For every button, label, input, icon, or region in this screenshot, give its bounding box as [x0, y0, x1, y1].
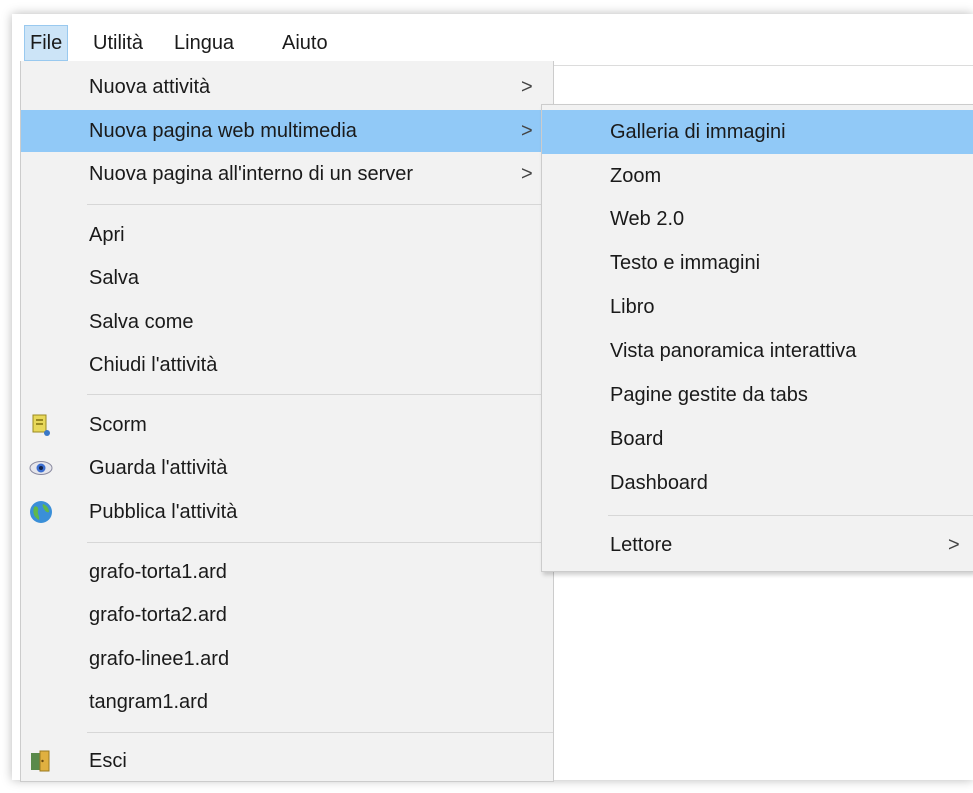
submenu-item-label: Vista panoramica interattiva — [610, 340, 857, 362]
menu-item-label: Salva come — [89, 311, 194, 333]
submenu-item-galleria[interactable]: Galleria di immagini — [542, 110, 973, 154]
menu-separator — [87, 542, 553, 543]
chevron-right-icon: > — [948, 534, 960, 556]
submenu-item-zoom[interactable]: Zoom — [542, 154, 973, 198]
submenu-item-label: Testo e immagini — [610, 252, 761, 274]
menu-item-nuova-attivita[interactable]: Nuova attività > — [21, 66, 553, 108]
menu-separator — [87, 394, 553, 395]
menu-item-pubblica[interactable]: Pubblica l'attività — [21, 491, 553, 533]
menu-bar: File Utilità Lingua Aiuto — [20, 22, 973, 62]
menu-item-guarda[interactable]: Guarda l'attività — [21, 447, 553, 489]
menu-item-label: Apri — [89, 224, 125, 246]
menu-item-recent-file[interactable]: grafo-torta2.ard — [21, 594, 553, 636]
submenu-nuova-pagina-web: Galleria di immagini Zoom Web 2.0 Testo … — [541, 104, 973, 572]
submenu-item-lettore[interactable]: Lettore > — [542, 523, 973, 567]
scorm-icon — [32, 414, 50, 436]
menu-item-label: Esci — [89, 750, 127, 772]
menu-item-recent-file[interactable]: grafo-linee1.ard — [21, 638, 553, 680]
submenu-item-label: Dashboard — [610, 472, 708, 494]
submenu-item-label: Zoom — [610, 165, 662, 187]
submenu-item-vista-panoramica[interactable]: Vista panoramica interattiva — [542, 329, 973, 373]
menu-lingua[interactable]: Lingua — [169, 26, 239, 60]
menu-separator — [87, 204, 553, 205]
menu-item-label: Nuova attività — [89, 76, 211, 98]
menu-item-label: Scorm — [89, 414, 147, 436]
menu-item-label: Guarda l'attività — [89, 457, 228, 479]
menu-item-recent-file[interactable]: tangram1.ard — [21, 681, 553, 723]
chevron-right-icon: > — [521, 76, 533, 98]
menu-item-label: grafo-linee1.ard — [89, 648, 230, 670]
menu-item-nuova-pagina-server[interactable]: Nuova pagina all'interno di un server > — [21, 153, 553, 195]
menu-separator — [87, 732, 553, 733]
submenu-item-label: Board — [610, 428, 664, 450]
menu-item-salva[interactable]: Salva — [21, 257, 553, 299]
submenu-item-label: Web 2.0 — [610, 208, 685, 230]
menu-item-esci[interactable]: Esci — [21, 740, 553, 782]
file-menu: Nuova attività > Nuova pagina web multim… — [20, 61, 554, 782]
eye-icon — [29, 461, 53, 475]
menu-item-scorm[interactable]: Scorm — [21, 404, 553, 446]
menu-item-label: Nuova pagina web multimedia — [89, 120, 357, 142]
submenu-item-libro[interactable]: Libro — [542, 285, 973, 329]
menu-item-label: grafo-torta1.ard — [89, 561, 227, 583]
chevron-right-icon: > — [521, 163, 533, 185]
submenu-item-label: Galleria di immagini — [610, 121, 786, 143]
menu-item-label: Nuova pagina all'interno di un server — [89, 163, 414, 185]
menu-item-chiudi[interactable]: Chiudi l'attività — [21, 344, 553, 386]
submenu-item-testo-immagini[interactable]: Testo e immagini — [542, 241, 973, 285]
menu-separator — [608, 515, 973, 516]
menu-item-label: grafo-torta2.ard — [89, 604, 227, 626]
submenu-item-label: Lettore — [610, 534, 673, 556]
menu-item-label: Chiudi l'attività — [89, 354, 218, 376]
menu-aiuto[interactable]: Aiuto — [277, 26, 333, 60]
submenu-item-board[interactable]: Board — [542, 417, 973, 461]
window-divider — [550, 65, 973, 66]
chevron-right-icon: > — [521, 120, 533, 142]
menu-item-label: Pubblica l'attività — [89, 501, 238, 523]
menu-item-recent-file[interactable]: grafo-torta1.ard — [21, 551, 553, 593]
menu-item-nuova-pagina-web[interactable]: Nuova pagina web multimedia > — [21, 110, 553, 152]
menu-file[interactable]: File — [24, 25, 69, 61]
exit-door-icon — [31, 750, 50, 772]
menu-item-salva-come[interactable]: Salva come — [21, 301, 553, 343]
submenu-item-dashboard[interactable]: Dashboard — [542, 461, 973, 505]
submenu-item-web20[interactable]: Web 2.0 — [542, 197, 973, 241]
menu-item-apri[interactable]: Apri — [21, 214, 553, 256]
submenu-item-label: Libro — [610, 296, 655, 318]
menu-item-label: Salva — [89, 267, 140, 289]
menu-utilita[interactable]: Utilità — [88, 26, 148, 60]
menu-item-label: tangram1.ard — [89, 691, 208, 713]
globe-icon — [30, 501, 52, 523]
submenu-item-pagine-tabs[interactable]: Pagine gestite da tabs — [542, 373, 973, 417]
submenu-item-label: Pagine gestite da tabs — [610, 384, 808, 406]
